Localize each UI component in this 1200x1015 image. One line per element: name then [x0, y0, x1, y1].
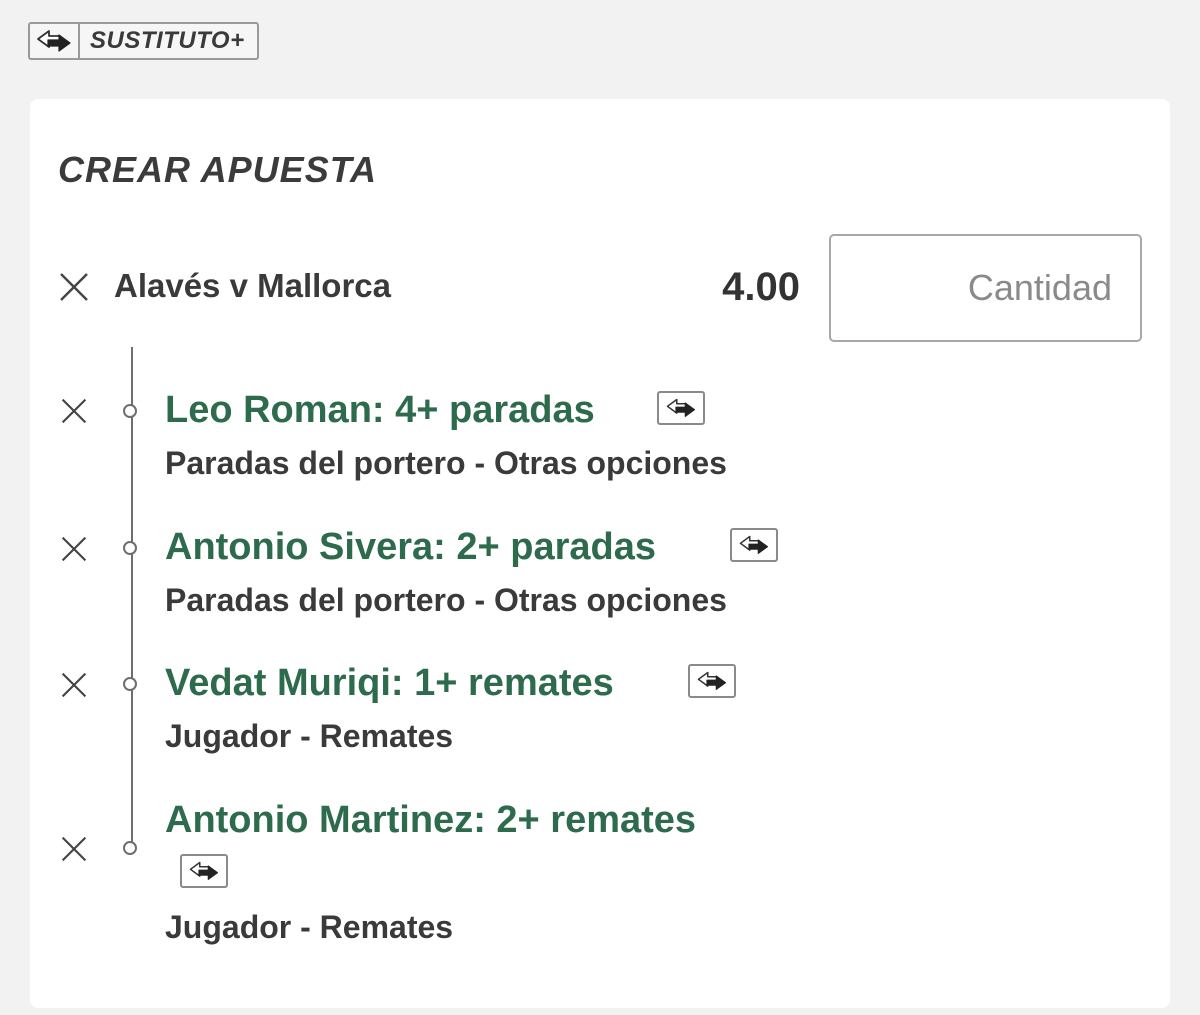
odds-value: 4.00 — [722, 265, 800, 309]
selection-market: Jugador - Remates — [165, 909, 454, 945]
timeline-line — [131, 347, 133, 847]
timeline-node — [123, 404, 137, 418]
event-name: Alavés v Mallorca — [114, 267, 391, 304]
badge-label: SUSTITUTO+ — [90, 27, 245, 54]
swap-icon[interactable] — [180, 854, 228, 888]
close-icon[interactable] — [60, 535, 88, 563]
close-icon[interactable] — [60, 671, 88, 699]
swap-icon[interactable] — [688, 664, 736, 698]
selection-title: Leo Roman: 4+ paradas — [165, 389, 595, 431]
selection-title: Vedat Muriqi: 1+ remates — [165, 662, 614, 704]
timeline-node — [123, 841, 137, 855]
stake-input[interactable] — [829, 234, 1142, 342]
timeline-node — [123, 541, 137, 555]
selection-market: Paradas del portero - Otras opciones — [165, 582, 727, 618]
selection-market: Paradas del portero - Otras opciones — [165, 445, 727, 481]
swap-icon — [30, 24, 80, 58]
bet-builder-card: CREAR APUESTA Alavés v Mallorca 4.00 Leo… — [30, 99, 1170, 1008]
close-icon[interactable] — [58, 271, 90, 303]
swap-icon[interactable] — [730, 528, 778, 562]
card-title: CREAR APUESTA — [58, 149, 378, 190]
selection-title: Antonio Martinez: 2+ remates — [165, 799, 697, 841]
swap-icon[interactable] — [657, 391, 705, 425]
close-icon[interactable] — [60, 835, 88, 863]
selection-market: Jugador - Remates — [165, 718, 454, 754]
sustituto-badge: SUSTITUTO+ — [28, 22, 259, 60]
timeline-node — [123, 677, 137, 691]
close-icon[interactable] — [60, 397, 88, 425]
